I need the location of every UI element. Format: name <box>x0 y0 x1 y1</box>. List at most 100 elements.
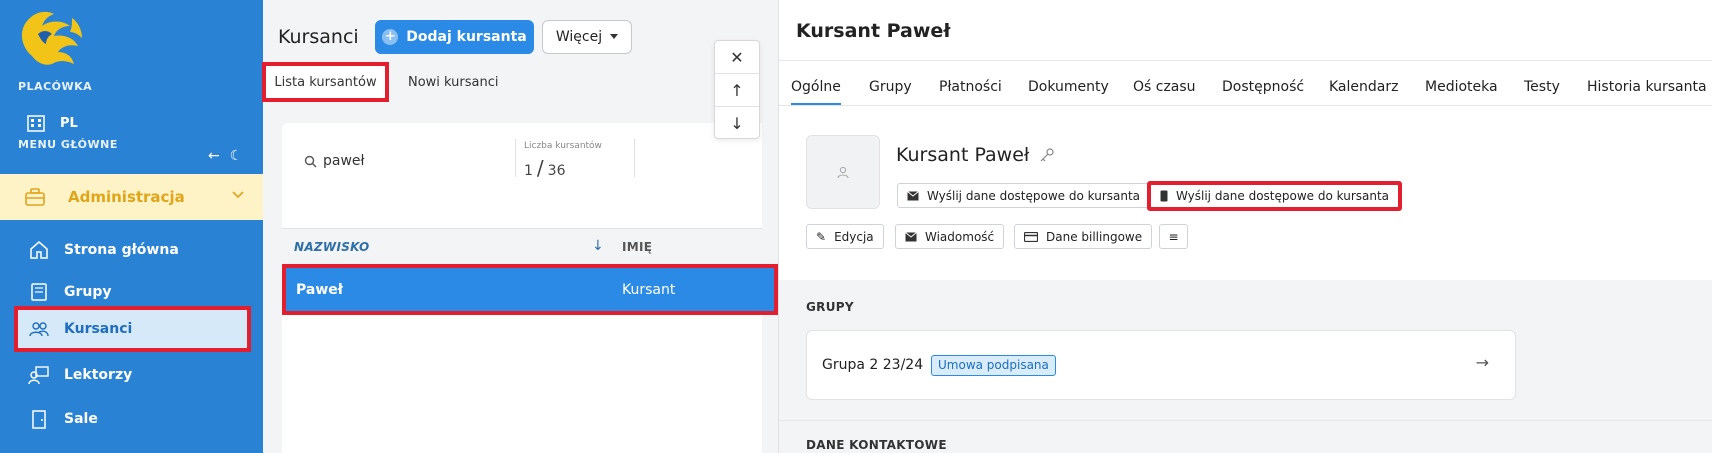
collapse-arrow-icon[interactable]: ← <box>208 148 220 164</box>
search-input[interactable]: paweł <box>323 153 365 169</box>
envelope-icon <box>907 190 919 200</box>
group-card[interactable]: Grupa 2 23/24 Umowa podpisana → <box>806 330 1516 400</box>
next-record-button[interactable]: ↓ <box>715 107 759 140</box>
sidebar-item-label: Grupy <box>64 284 112 300</box>
tab-new-students[interactable]: Nowi kursanci <box>408 62 499 102</box>
detail-title: Kursant Paweł <box>796 20 951 42</box>
sidebar-item-label: Kursanci <box>64 321 133 337</box>
admin-section-toggle[interactable]: Administracja <box>0 174 263 220</box>
count-label: Liczba kursantów <box>524 141 602 151</box>
door-icon <box>32 410 46 429</box>
tab-general[interactable]: Ogólne <box>791 79 841 105</box>
placowka-selector[interactable]: PL <box>26 113 78 133</box>
students-tabs: Lista kursantów Nowi kursanci <box>262 62 778 102</box>
lion-logo-icon[interactable] <box>12 6 94 72</box>
arrow-down-icon: ↓ <box>730 114 744 133</box>
divider <box>515 139 516 177</box>
message-button[interactable]: Wiadomość <box>895 224 1005 249</box>
book-icon <box>31 283 47 301</box>
building-icon <box>27 115 45 132</box>
search-box[interactable]: paweł <box>304 153 365 169</box>
plus-icon: + <box>382 29 399 45</box>
edit-label: Edycja <box>834 229 874 244</box>
tab-payments[interactable]: Płatności <box>939 79 1002 95</box>
credit-card-icon <box>1024 231 1038 242</box>
group-name: Grupa 2 23/24 <box>822 357 924 373</box>
more-label: Więcej <box>555 29 603 45</box>
count-current: 1 <box>524 163 533 179</box>
table-row[interactable]: Paweł Kursant <box>282 264 778 315</box>
teacher-icon <box>28 366 49 385</box>
pencil-icon: ✎ <box>816 229 827 244</box>
user-icon <box>837 166 849 179</box>
tab-timeline[interactable]: Oś czasu <box>1133 79 1196 95</box>
tab-documents[interactable]: Dokumenty <box>1028 79 1109 95</box>
tab-tests[interactable]: Testy <box>1524 79 1560 95</box>
sort-down-arrow-icon[interactable]: ↓ <box>592 238 604 254</box>
more-dropdown-button[interactable]: Więcej <box>542 20 632 54</box>
caret-down-icon <box>610 34 619 39</box>
sidebar-item-students[interactable]: Kursanci <box>14 306 251 352</box>
tab-student-list[interactable]: Lista kursantów <box>262 62 389 102</box>
sidebar-item-teachers[interactable]: Lektorzy <box>14 354 251 396</box>
column-surname[interactable]: NAZWISKO <box>294 240 370 254</box>
phone-icon <box>1160 190 1168 202</box>
status-badge: Umowa podpisana <box>931 355 1056 376</box>
add-student-button[interactable]: + Dodaj kursanta <box>375 20 534 54</box>
briefcase-icon <box>25 188 45 206</box>
student-name-text: Kursant Paweł <box>896 144 1030 166</box>
search-card: paweł Liczba kursantów 1/36 <box>282 123 762 228</box>
menu-heading: MENU GŁÓWNE <box>18 138 118 151</box>
tab-calendar[interactable]: Kalendarz <box>1329 79 1398 95</box>
placowka-value: PL <box>60 115 78 131</box>
divider <box>779 60 1712 61</box>
add-student-label: Dodaj kursanta <box>406 29 527 45</box>
send-access-email-label: Wyślij dane dostępowe do kursanta <box>927 188 1141 203</box>
count-total: 36 <box>547 163 566 179</box>
sidebar-item-rooms[interactable]: Sale <box>14 398 251 440</box>
sidebar-item-label: Lektorzy <box>64 367 133 383</box>
close-button[interactable]: ✕ <box>715 41 759 74</box>
arrow-right-icon[interactable]: → <box>1476 353 1489 372</box>
menu-tools: ← ☾ <box>208 148 242 164</box>
home-icon <box>30 241 48 259</box>
tab-media[interactable]: Medioteka <box>1425 79 1498 95</box>
sidebar-item-label: Strona główna <box>64 242 179 258</box>
list-body <box>282 315 762 453</box>
table-header: NAZWISKO ↓ IMIĘ <box>282 228 762 264</box>
column-name[interactable]: IMIĘ <box>622 240 652 254</box>
tab-groups[interactable]: Grupy <box>869 79 912 95</box>
key-icon[interactable] <box>1039 147 1055 163</box>
row-surname: Paweł <box>296 282 343 298</box>
avatar[interactable] <box>806 135 880 209</box>
previous-record-button[interactable]: ↑ <box>715 74 759 107</box>
message-label: Wiadomość <box>925 229 995 244</box>
more-actions-button[interactable]: ≡ <box>1159 224 1188 249</box>
placowka-heading: PLACÓWKA <box>18 80 93 93</box>
tab-history[interactable]: Historia kursanta <box>1587 79 1707 95</box>
sidebar-item-home[interactable]: Strona główna <box>14 229 251 271</box>
admin-label: Administracja <box>68 188 185 206</box>
row-name: Kursant <box>622 282 676 298</box>
chevron-down-icon <box>232 191 244 199</box>
students-list-panel: Kursanci + Dodaj kursanta Więcej Lista k… <box>262 0 778 453</box>
sidebar: PLACÓWKA PL MENU GŁÓWNE ← ☾ Administracj… <box>0 0 263 453</box>
billing-data-button[interactable]: Dane billingowe <box>1014 224 1153 249</box>
sidebar-item-label: Sale <box>64 411 98 427</box>
billing-data-label: Dane billingowe <box>1046 229 1143 244</box>
send-access-email-button[interactable]: Wyślij dane dostępowe do kursanta <box>897 183 1151 208</box>
tab-availability[interactable]: Dostępność <box>1222 79 1304 95</box>
arrow-up-icon: ↑ <box>730 80 744 100</box>
divider <box>634 139 635 177</box>
send-access-sms-button[interactable]: Wyślij dane dostępowe do kursanta <box>1147 181 1403 211</box>
students-title: Kursanci <box>278 26 359 48</box>
student-name: Kursant Paweł <box>896 144 1055 166</box>
send-access-sms-label: Wyślij dane dostępowe do kursanta <box>1176 189 1390 203</box>
detail-tabs: Ogólne Grupy Płatności Dokumenty Oś czas… <box>779 70 1712 106</box>
moon-icon[interactable]: ☾ <box>230 148 243 164</box>
contact-heading: DANE KONTAKTOWE <box>806 438 947 452</box>
student-detail-panel: Kursant Paweł Ogólne Grupy Płatności Dok… <box>778 0 1712 453</box>
record-navigation: ✕ ↑ ↓ <box>714 40 760 139</box>
close-icon: ✕ <box>730 47 744 67</box>
edit-button[interactable]: ✎ Edycja <box>806 224 884 249</box>
